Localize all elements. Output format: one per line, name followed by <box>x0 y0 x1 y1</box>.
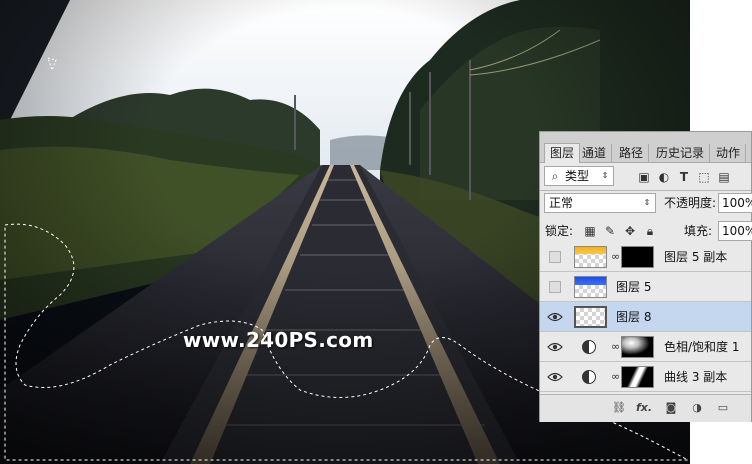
fill-input[interactable]: 100% <box>718 221 752 241</box>
divider <box>540 190 751 191</box>
tab-layers[interactable]: 图层 <box>544 143 581 163</box>
layer-mask-thumbnail[interactable] <box>621 336 654 358</box>
lock-move-icon[interactable]: ✥ <box>622 223 638 239</box>
search-icon: ⌕ <box>551 169 559 183</box>
tab-paths[interactable]: 路径 <box>614 144 650 162</box>
layer-mask-thumbnail[interactable] <box>621 366 654 388</box>
image-filter-icon[interactable]: ▣ <box>636 169 652 185</box>
layer-name: 图层 8 <box>616 310 652 324</box>
layer-name: 曲线 3 副本 <box>664 370 728 384</box>
add-mask-icon[interactable]: ◙ <box>664 401 678 415</box>
filter-kind-label: 类型 <box>565 169 590 183</box>
layer-name: 图层 5 <box>616 280 652 294</box>
layer-row[interactable]: ∞ 曲线 3 副本 <box>540 362 751 392</box>
smart-object-filter-icon[interactable]: ▤ <box>716 169 732 185</box>
layer-name: 图层 5 副本 <box>664 250 728 264</box>
layer-filter-row: ⌕ 类型 ⇕ ▣ ◐ T ⬚ ▤ <box>540 165 751 189</box>
tab-history[interactable]: 历史记录 <box>651 144 711 162</box>
eye-icon[interactable] <box>547 340 563 354</box>
lock-fill-row: 锁定: ▦ ✎ ✥ 🔒︎ 填充: 100% <box>540 220 752 244</box>
eye-icon[interactable] <box>547 370 563 384</box>
layers-panel-toolbar: ⛓ fx. ◙ ◑ ▭ <box>540 394 751 422</box>
layer-row[interactable]: ∞ 图层 5 副本 <box>540 242 751 272</box>
lock-all-icon[interactable]: 🔒︎ <box>642 223 658 239</box>
fill-label: 填充: <box>684 224 713 238</box>
opacity-label: 不透明度: <box>664 196 717 210</box>
layer-row[interactable]: ∞ 色相/饱和度 1 <box>540 332 751 362</box>
panel-tab-bar: 图层 通道 路径 历史记录 动作 <box>540 132 751 163</box>
layer-row-selected[interactable]: 图层 8 <box>540 302 751 332</box>
updown-arrows-icon: ⇕ <box>643 198 651 207</box>
layer-mask-thumbnail[interactable] <box>621 246 654 268</box>
layer-thumbnail <box>574 246 607 268</box>
watermark-text: www.240PS.com <box>183 328 374 352</box>
blend-mode-value: 正常 <box>549 196 574 210</box>
lock-transparent-icon[interactable]: ▦ <box>582 223 598 239</box>
layer-thumbnail <box>574 276 607 298</box>
filter-kind-select[interactable]: ⌕ 类型 ⇕ <box>544 166 614 186</box>
link-layers-icon[interactable]: ⛓ <box>612 401 626 415</box>
blend-opacity-row: 正常 ⇕ 不透明度: 100% <box>540 192 752 216</box>
shape-filter-icon[interactable]: ⬚ <box>696 169 712 185</box>
blend-mode-select[interactable]: 正常 ⇕ <box>544 193 656 213</box>
lock-brush-icon[interactable]: ✎ <box>602 223 618 239</box>
layer-row[interactable]: 图层 5 <box>540 272 751 302</box>
layer-name: 色相/饱和度 1 <box>664 340 740 354</box>
eye-icon[interactable] <box>547 310 563 324</box>
layer-thumbnail <box>574 306 607 328</box>
visibility-toggle[interactable] <box>549 251 561 263</box>
tab-actions[interactable]: 动作 <box>711 144 747 162</box>
opacity-input[interactable]: 100% <box>718 193 752 213</box>
link-chain-icon[interactable]: ∞ <box>611 250 620 263</box>
adjustment-filter-icon[interactable]: ◐ <box>656 169 672 185</box>
tab-channels[interactable]: 通道 <box>577 144 613 162</box>
type-filter-icon[interactable]: T <box>676 169 692 185</box>
link-chain-icon[interactable]: ∞ <box>611 340 620 353</box>
fx-icon[interactable]: fx. <box>636 401 652 415</box>
adjustment-layer-icon <box>582 340 596 354</box>
lock-label: 锁定: <box>545 224 574 238</box>
updown-arrows-icon: ⇕ <box>601 171 609 180</box>
new-adjustment-icon[interactable]: ◑ <box>690 401 704 415</box>
adjustment-layer-icon <box>582 370 596 384</box>
link-chain-icon[interactable]: ∞ <box>611 370 620 383</box>
visibility-toggle[interactable] <box>549 281 561 293</box>
new-group-icon[interactable]: ▭ <box>716 401 730 415</box>
layers-panel: 图层 通道 路径 历史记录 动作 ⌕ 类型 ⇕ ▣ ◐ T ⬚ ▤ 正常 ⇕ 不… <box>539 131 752 422</box>
